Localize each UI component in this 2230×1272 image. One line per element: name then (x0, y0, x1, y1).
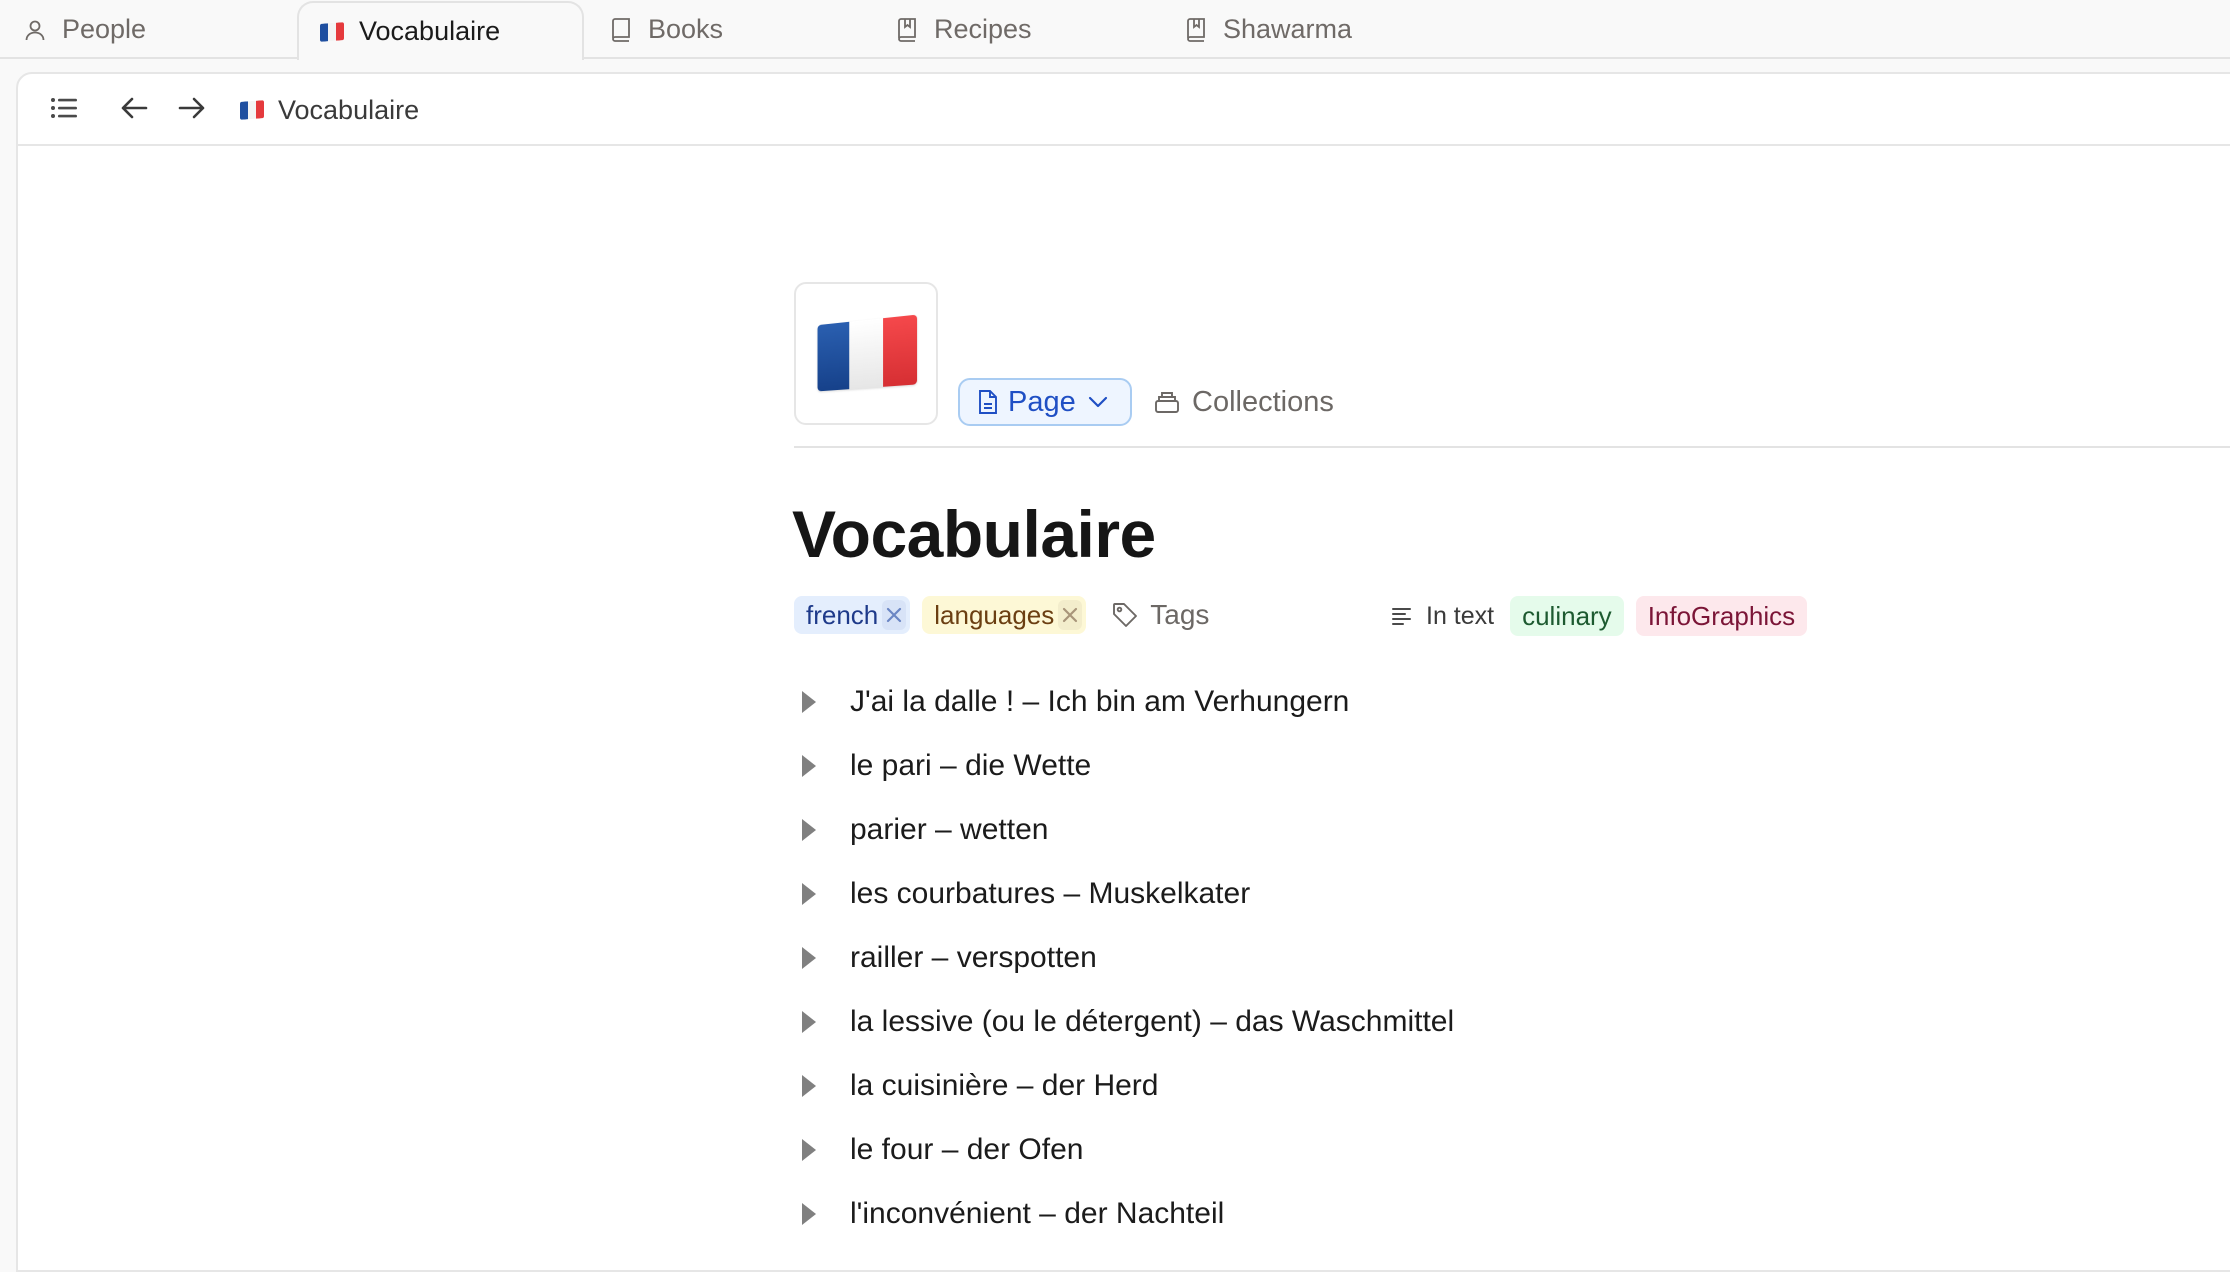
caret-right-icon[interactable] (802, 1203, 816, 1225)
collection-icon (1154, 390, 1180, 414)
breadcrumb-label: Vocabulaire (278, 94, 420, 125)
page-title[interactable]: Vocabulaire (792, 496, 1156, 572)
tab-label: Vocabulaire (359, 16, 501, 46)
list-item-text: railler – verspotten (850, 941, 1097, 974)
arrow-left-icon (120, 96, 148, 125)
tab-people[interactable]: People (22, 0, 146, 59)
remove-tag-button[interactable] (882, 600, 907, 630)
bookmark-book-icon (1183, 17, 1209, 43)
bookmark-book-icon (894, 17, 920, 43)
page-panel: Vocabulaire Page Collections Vocabulaire… (16, 72, 2230, 1272)
text-align-icon (1392, 607, 1412, 625)
list-item[interactable]: le four – der Ofen (794, 1118, 1454, 1182)
list-item[interactable]: la cuisinière – der Herd (794, 1054, 1454, 1118)
list-item-text: la cuisinière – der Herd (850, 1069, 1159, 1102)
list-item-text: J'ai la dalle ! – Ich bin am Verhungern (850, 685, 1350, 718)
caret-right-icon[interactable] (802, 755, 816, 777)
list-item-text: la lessive (ou le détergent) – das Wasch… (850, 1005, 1455, 1038)
caret-right-icon[interactable] (802, 1075, 816, 1097)
caret-right-icon[interactable] (802, 947, 816, 969)
collections-button[interactable]: Collections (1154, 378, 1334, 426)
caret-right-icon[interactable] (802, 883, 816, 905)
tags-row: french languages Tags (794, 596, 1209, 634)
list-item[interactable]: l'inconvénient – der Nachteil (794, 1182, 1454, 1246)
france-flag-icon (240, 100, 264, 120)
tab-books[interactable]: Books (608, 0, 723, 59)
list-item-text: parier – wetten (850, 813, 1049, 846)
list-item[interactable]: les courbatures – Muskelkater (794, 862, 1454, 926)
page-type-dropdown[interactable]: Page (958, 378, 1132, 426)
list-item[interactable]: le pari – die Wette (794, 734, 1454, 798)
list-item-text: le pari – die Wette (850, 749, 1092, 782)
book-icon (608, 17, 634, 43)
list-item[interactable]: parier – wetten (794, 798, 1454, 862)
list-icon (50, 96, 78, 125)
back-button[interactable] (118, 94, 150, 126)
arrow-right-icon (178, 96, 206, 125)
page-emoji[interactable] (794, 282, 938, 425)
tab-recipes[interactable]: Recipes (894, 0, 1032, 59)
vocabulary-list: J'ai la dalle ! – Ich bin am Verhungern … (794, 670, 1454, 1246)
caret-right-icon[interactable] (802, 1011, 816, 1033)
in-text-text: In text (1426, 601, 1495, 630)
document-icon (978, 389, 998, 415)
tag-label: languages (934, 599, 1055, 630)
tag-icon (1112, 602, 1138, 628)
add-tags-label: Tags (1150, 599, 1210, 630)
list-item[interactable]: J'ai la dalle ! – Ich bin am Verhungern (794, 670, 1454, 734)
list-item-text: les courbatures – Muskelkater (850, 877, 1251, 910)
outline-button[interactable] (48, 94, 80, 126)
tab-label: Recipes (934, 14, 1032, 44)
collections-label: Collections (1192, 385, 1334, 418)
list-item-text: le four – der Ofen (850, 1133, 1084, 1166)
list-item[interactable]: la lessive (ou le détergent) – das Wasch… (794, 990, 1454, 1054)
page-type-label: Page (1008, 385, 1076, 418)
caret-right-icon[interactable] (802, 819, 816, 841)
in-text-tags: In text culinary InfoGraphics (1392, 596, 1819, 636)
caret-right-icon[interactable] (802, 1139, 816, 1161)
close-icon (1063, 607, 1078, 623)
france-flag-icon (319, 19, 345, 45)
forward-button[interactable] (176, 94, 208, 126)
tag-label: french (806, 599, 879, 630)
tag-languages[interactable]: languages (922, 596, 1087, 634)
person-icon (22, 17, 48, 43)
tab-bar: People Vocabulaire Books Recipes Shawarm… (0, 0, 2230, 62)
caret-right-icon[interactable] (802, 691, 816, 713)
tab-label: People (62, 14, 147, 44)
france-flag-icon (817, 314, 918, 391)
in-text-tag-infographics[interactable]: InfoGraphics (1635, 596, 1808, 636)
remove-tag-button[interactable] (1058, 600, 1083, 630)
close-icon (887, 607, 902, 623)
in-text-label: In text (1392, 602, 1494, 631)
tab-label: Books (648, 14, 724, 44)
in-text-tag-culinary[interactable]: culinary (1510, 596, 1624, 636)
tab-shawarma[interactable]: Shawarma (1183, 0, 1352, 59)
page-toolbar: Vocabulaire (18, 74, 2230, 146)
chevron-down-icon (1088, 396, 1108, 408)
add-tags-button[interactable]: Tags (1112, 599, 1209, 631)
breadcrumb[interactable]: Vocabulaire (240, 90, 419, 130)
tab-vocabulaire[interactable]: Vocabulaire (297, 1, 584, 62)
tag-french[interactable]: french (794, 596, 911, 634)
list-item-text: l'inconvénient – der Nachteil (850, 1197, 1225, 1230)
tab-label: Shawarma (1223, 14, 1353, 44)
header-divider (794, 446, 2230, 448)
list-item[interactable]: railler – verspotten (794, 926, 1454, 990)
